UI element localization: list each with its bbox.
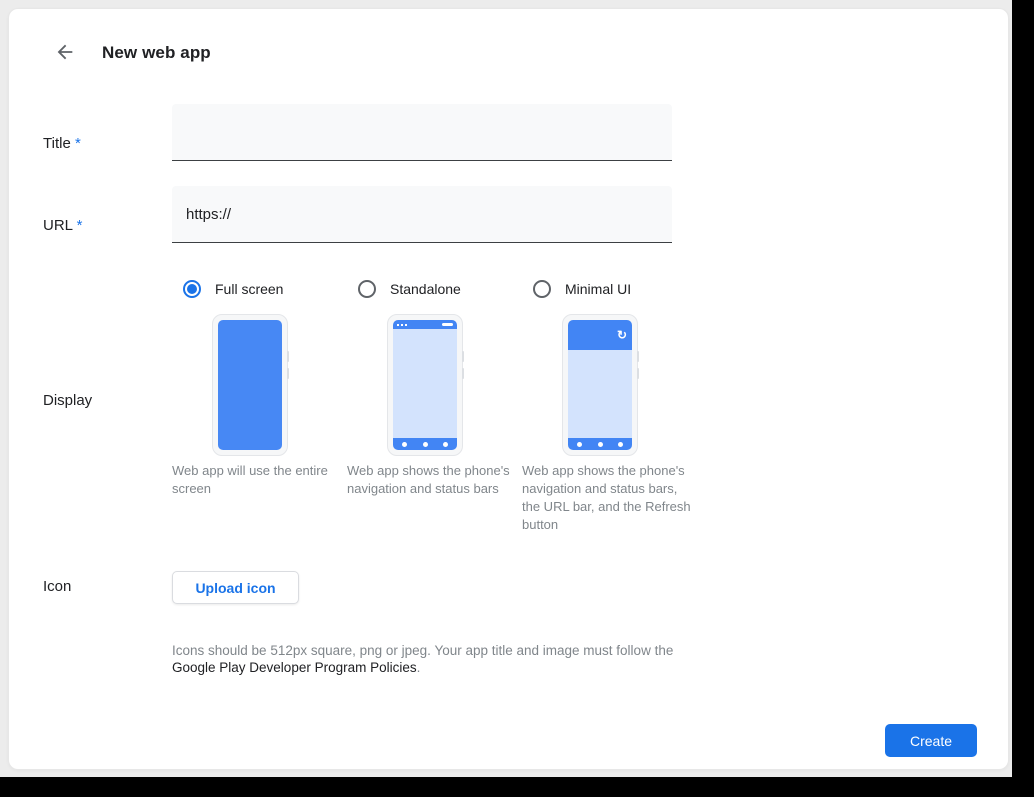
- display-option-full-screen: Full screen Web app will use the entire …: [172, 279, 347, 498]
- display-field-label: Display: [43, 392, 92, 409]
- phone-side-button: [637, 351, 639, 362]
- phone-side-button: [637, 368, 639, 379]
- refresh-icon: ↻: [617, 329, 627, 341]
- radio-icon-selected[interactable]: [183, 280, 201, 298]
- dialog-header: New web app: [54, 42, 211, 64]
- url-input[interactable]: [172, 186, 672, 243]
- battery-icon: [442, 323, 453, 326]
- nav-button: [598, 442, 603, 447]
- minimal-ui-phone-preview: ↻: [562, 314, 638, 456]
- radio-label: Minimal UI: [565, 281, 631, 297]
- page-title: New web app: [102, 43, 211, 63]
- display-option-standalone: Standalone Web ap: [347, 279, 522, 498]
- phone-screen-fullscreen: [218, 320, 282, 450]
- phone-navigation-bar: [568, 438, 632, 450]
- radio-label: Standalone: [390, 281, 461, 297]
- phone-screen-standalone: [393, 320, 457, 450]
- phone-web-content: [393, 329, 457, 438]
- status-icons: [397, 324, 407, 326]
- standalone-phone-preview: [387, 314, 463, 456]
- radio-icon-unselected[interactable]: [358, 280, 376, 298]
- phone-status-bar: [393, 320, 457, 329]
- policies-link[interactable]: Google Play Developer Program Policies: [172, 660, 417, 675]
- radio-icon-unselected[interactable]: [533, 280, 551, 298]
- phone-screen-minimal-ui: ↻: [568, 320, 632, 450]
- url-label-text: URL: [43, 217, 72, 234]
- create-button[interactable]: Create: [885, 724, 977, 757]
- fullscreen-phone-preview: [212, 314, 288, 456]
- radio-full-screen[interactable]: Full screen: [172, 279, 347, 299]
- title-field-label: Title *: [43, 135, 81, 152]
- option-description: Web app shows the phone's navigation and…: [347, 462, 522, 498]
- option-description: Web app will use the entire screen: [172, 462, 347, 498]
- radio-label: Full screen: [215, 281, 283, 297]
- radio-standalone[interactable]: Standalone: [347, 279, 522, 299]
- title-required-marker: *: [75, 135, 81, 152]
- page-background: New web app Title * URL * Display Full s…: [0, 0, 1012, 777]
- option-description: Web app shows the phone's navigation and…: [522, 462, 697, 534]
- upload-icon-button[interactable]: Upload icon: [172, 571, 299, 604]
- helper-policy-line: Google Play Developer Program Policies.: [172, 659, 677, 676]
- phone-navigation-bar: [393, 438, 457, 450]
- phone-side-button: [287, 368, 289, 379]
- phone-side-button: [462, 351, 464, 362]
- title-label-text: Title: [43, 135, 71, 152]
- title-input[interactable]: [172, 104, 672, 161]
- arrow-left-icon: [54, 41, 76, 66]
- helper-text: Icons should be 512px square, png or jpe…: [172, 643, 673, 658]
- nav-button: [443, 442, 448, 447]
- nav-button: [423, 442, 428, 447]
- nav-button: [577, 442, 582, 447]
- new-web-app-dialog: New web app Title * URL * Display Full s…: [8, 8, 1009, 770]
- icon-field-label: Icon: [43, 578, 71, 595]
- url-required-marker: *: [77, 217, 83, 234]
- radio-minimal-ui[interactable]: Minimal UI: [522, 279, 697, 299]
- phone-side-button: [462, 368, 464, 379]
- nav-button: [618, 442, 623, 447]
- nav-button: [402, 442, 407, 447]
- phone-side-button: [287, 351, 289, 362]
- url-field-label: URL *: [43, 217, 82, 234]
- display-option-minimal-ui: Minimal UI ↻ Web app shows the: [522, 279, 697, 534]
- helper-suffix: .: [417, 660, 421, 675]
- phone-url-bar: ↻: [568, 320, 632, 350]
- back-button[interactable]: [54, 42, 76, 64]
- phone-web-content: [568, 350, 632, 438]
- icon-helper-text: Icons should be 512px square, png or jpe…: [172, 642, 677, 676]
